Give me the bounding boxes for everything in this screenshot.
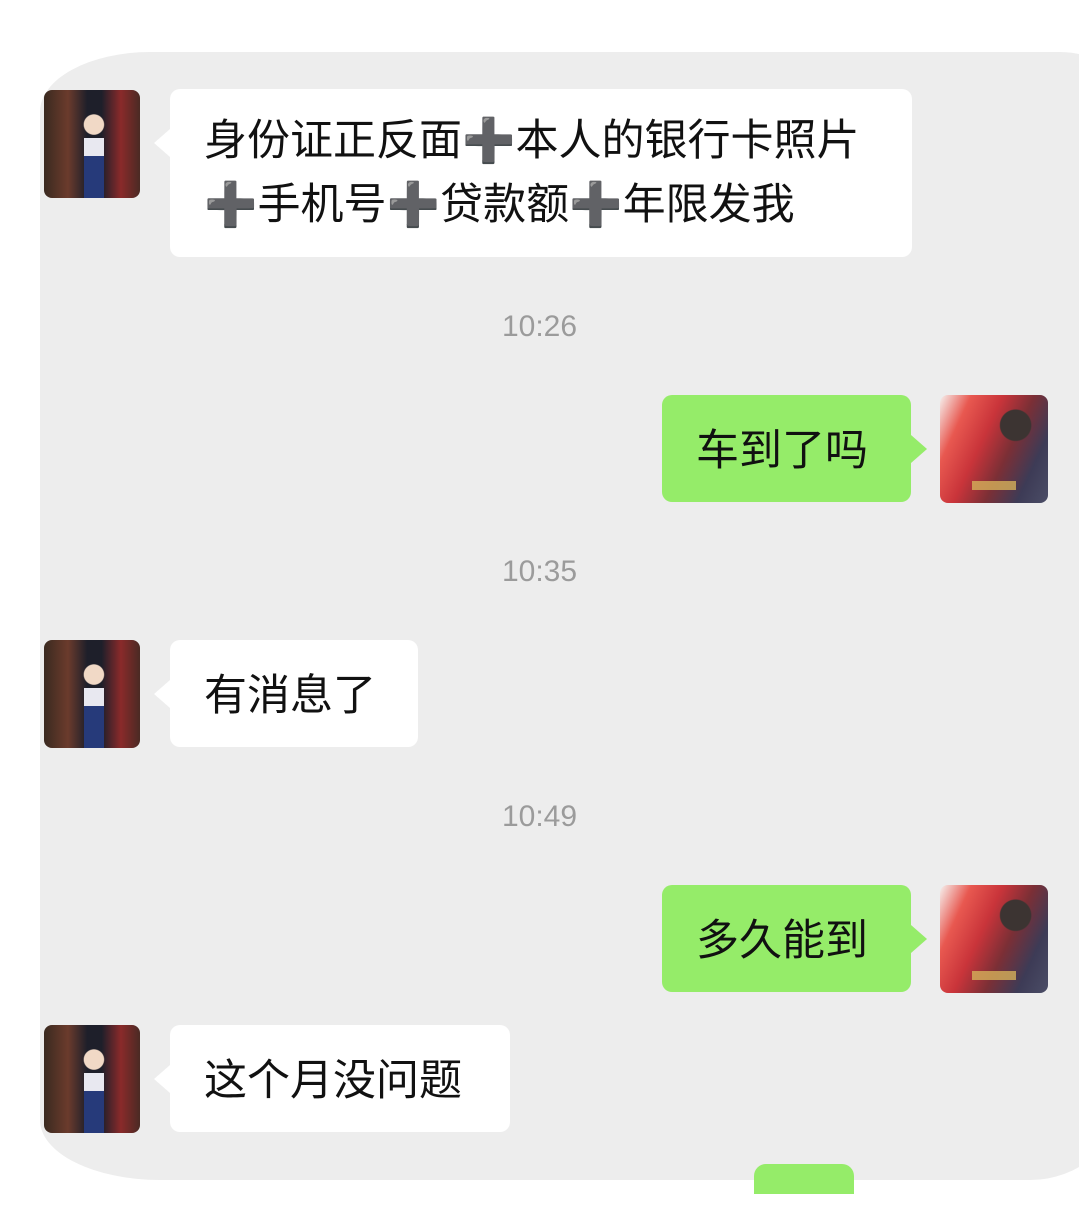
message-text: 有消息了 (204, 671, 376, 721)
contact-avatar[interactable] (44, 90, 140, 198)
self-avatar[interactable] (940, 885, 1048, 993)
message-text: 车到了吗 (696, 426, 868, 476)
contact-avatar[interactable] (44, 640, 140, 748)
contact-avatar[interactable] (44, 1025, 140, 1133)
screenshot-paper: 身份证正反面➕本人的银行卡照片 ➕手机号➕贷款额➕年限发我 10:26 车到了吗… (0, 0, 1079, 1231)
message-timestamp: 10:49 (501, 800, 578, 833)
outgoing-message-bubble[interactable]: 车到了吗 (662, 395, 927, 502)
incoming-message-bubble[interactable]: 这个月没问题 (154, 1025, 510, 1132)
self-avatar[interactable] (940, 395, 1048, 503)
message-text: 这个月没问题 (204, 1056, 462, 1106)
incoming-message-bubble[interactable]: 有消息了 (154, 640, 418, 747)
message-line: 身份证正反面➕本人的银行卡照片 (204, 116, 860, 166)
outgoing-message-bubble[interactable]: 多久能到 (662, 885, 927, 992)
partial-outgoing-bubble[interactable] (754, 1164, 854, 1194)
message-timestamp: 10:35 (501, 555, 578, 588)
incoming-message-bubble[interactable]: 身份证正反面➕本人的银行卡照片 ➕手机号➕贷款额➕年限发我 (154, 89, 912, 257)
message-text: 多久能到 (696, 916, 868, 966)
message-line: ➕手机号➕贷款额➕年限发我 (204, 180, 795, 230)
message-timestamp: 10:26 (501, 310, 578, 343)
